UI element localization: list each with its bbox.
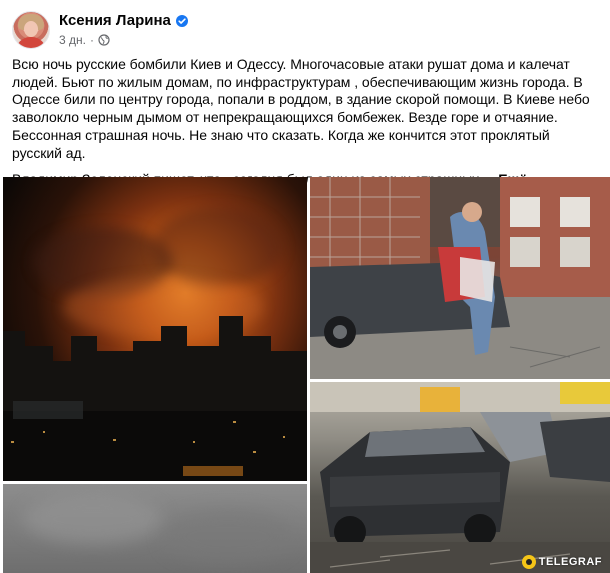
post-text: Всю ночь русские бомбили Киев и Одессу. … [12, 56, 602, 189]
separator-dot: · [89, 33, 94, 47]
author-avatar[interactable] [12, 11, 50, 49]
city-skyline [3, 316, 307, 481]
post-header: Ксения Ларина 3 дн. · [12, 10, 188, 50]
telegraf-logo-icon [521, 555, 536, 569]
photo-woman-scene [310, 177, 610, 379]
post-paragraph: Всю ночь русские бомбили Киев и Одессу. … [12, 56, 590, 161]
post-meta: Ксения Ларина 3 дн. · [59, 12, 188, 48]
post-timestamp[interactable]: 3 дн. [59, 32, 86, 48]
photo-kyiv-night-fire[interactable] [3, 177, 307, 481]
photo-destroyed-cars[interactable]: TELEGRAF [310, 382, 610, 573]
post-subline: 3 дн. · [59, 32, 188, 48]
watermark-text: TELEGRAF [538, 556, 602, 568]
photo-woman-with-clothes[interactable] [310, 177, 610, 379]
author-name-row: Ксения Ларина [59, 12, 188, 30]
smoke-cloud [163, 509, 293, 564]
author-name[interactable]: Ксения Ларина [59, 12, 171, 30]
avatar-shoulders [16, 37, 46, 48]
smoke-cloud [23, 494, 163, 544]
verified-badge-icon [175, 15, 188, 27]
telegraf-watermark: TELEGRAF [521, 555, 602, 569]
globe-icon[interactable] [98, 34, 110, 46]
photo-grey-smoke-sky[interactable] [3, 484, 307, 573]
avatar-face [24, 21, 38, 37]
photo-cars-scene [310, 382, 610, 573]
smoke-cloud [153, 207, 283, 287]
facebook-post: Ксения Ларина 3 дн. · Всю ночь русские б… [0, 0, 610, 573]
